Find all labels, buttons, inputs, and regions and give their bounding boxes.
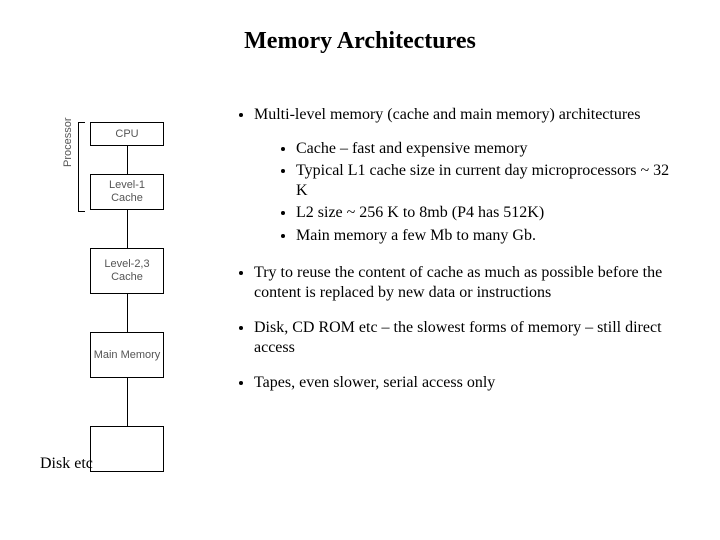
box-main-memory: Main Memory [90,332,164,378]
box-l1-cache: Level-1Cache [90,174,164,210]
sub-bullet: Main memory a few Mb to many Gb. [296,226,680,246]
disk-caption: Disk etc [40,455,93,473]
connector [127,378,128,426]
bullet: Disk, CD ROM etc – the slowest forms of … [254,318,680,357]
box-l23-cache: Level-2,3Cache [90,248,164,294]
sub-bullet: L2 size ~ 256 K to 8mb (P4 has 512K) [296,203,680,223]
box-cpu: CPU [90,122,164,146]
memory-hierarchy-diagram: Processor CPU Level-1Cache Level-2,3Cach… [88,122,168,507]
bullet: Multi-level memory (cache and main memor… [254,105,680,125]
bullet: Try to reuse the content of cache as muc… [254,263,680,302]
connector [127,146,128,174]
box-disk [90,426,164,472]
bullet: Tapes, even slower, serial access only [254,373,680,393]
slide-body: Multi-level memory (cache and main memor… [230,105,680,401]
sub-bullet: Cache – fast and expensive memory [296,139,680,159]
sub-bullet: Typical L1 cache size in current day mic… [296,161,680,200]
page-title: Memory Architectures [0,28,720,55]
connector [127,294,128,332]
connector [127,210,128,248]
processor-bracket [78,122,85,212]
processor-label: Processor [62,117,74,167]
